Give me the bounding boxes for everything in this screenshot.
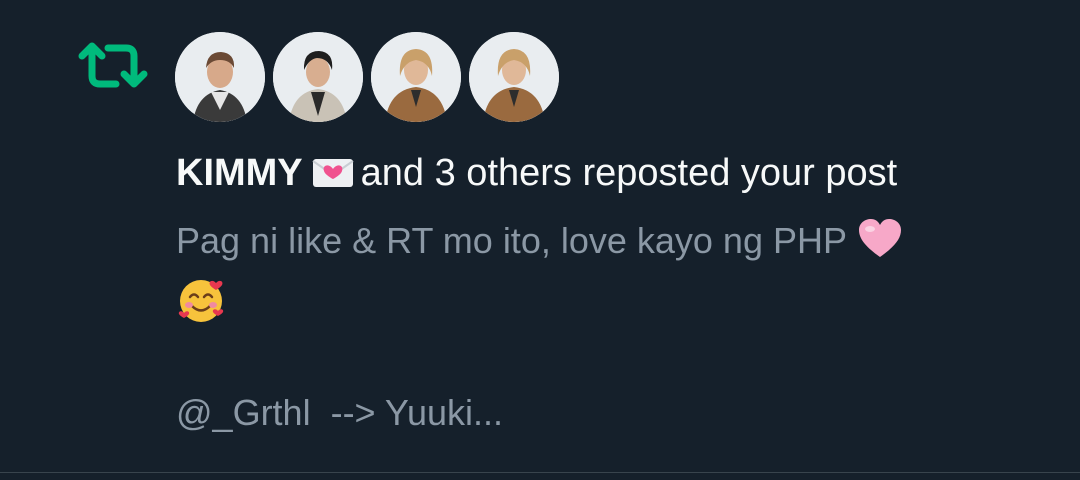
user-name-link[interactable]: KIMMY [176,152,303,194]
post-continuation: @_Grthl --> Yuuki... [176,392,504,433]
love-letter-icon [311,154,355,188]
post-text: Pag ni like & RT mo ito, love kayo ng PH… [176,220,847,261]
pink-heart-icon [856,217,904,275]
repost-icon [78,40,148,92]
repost-notification[interactable]: KIMMY and 3 others reposted your post Pa… [0,0,1080,473]
avatar[interactable] [175,32,265,122]
action-text: and 3 others reposted your post [360,152,898,194]
avatar-group [175,32,559,122]
notification-headline: KIMMY and 3 others reposted your post [176,150,897,196]
avatar[interactable] [469,32,559,122]
smiling-face-with-hearts-icon [176,275,226,339]
divider [0,472,1080,473]
avatar[interactable] [273,32,363,122]
post-preview[interactable]: Pag ni like & RT mo ito, love kayo ng PH… [176,215,1056,339]
avatar[interactable] [371,32,461,122]
